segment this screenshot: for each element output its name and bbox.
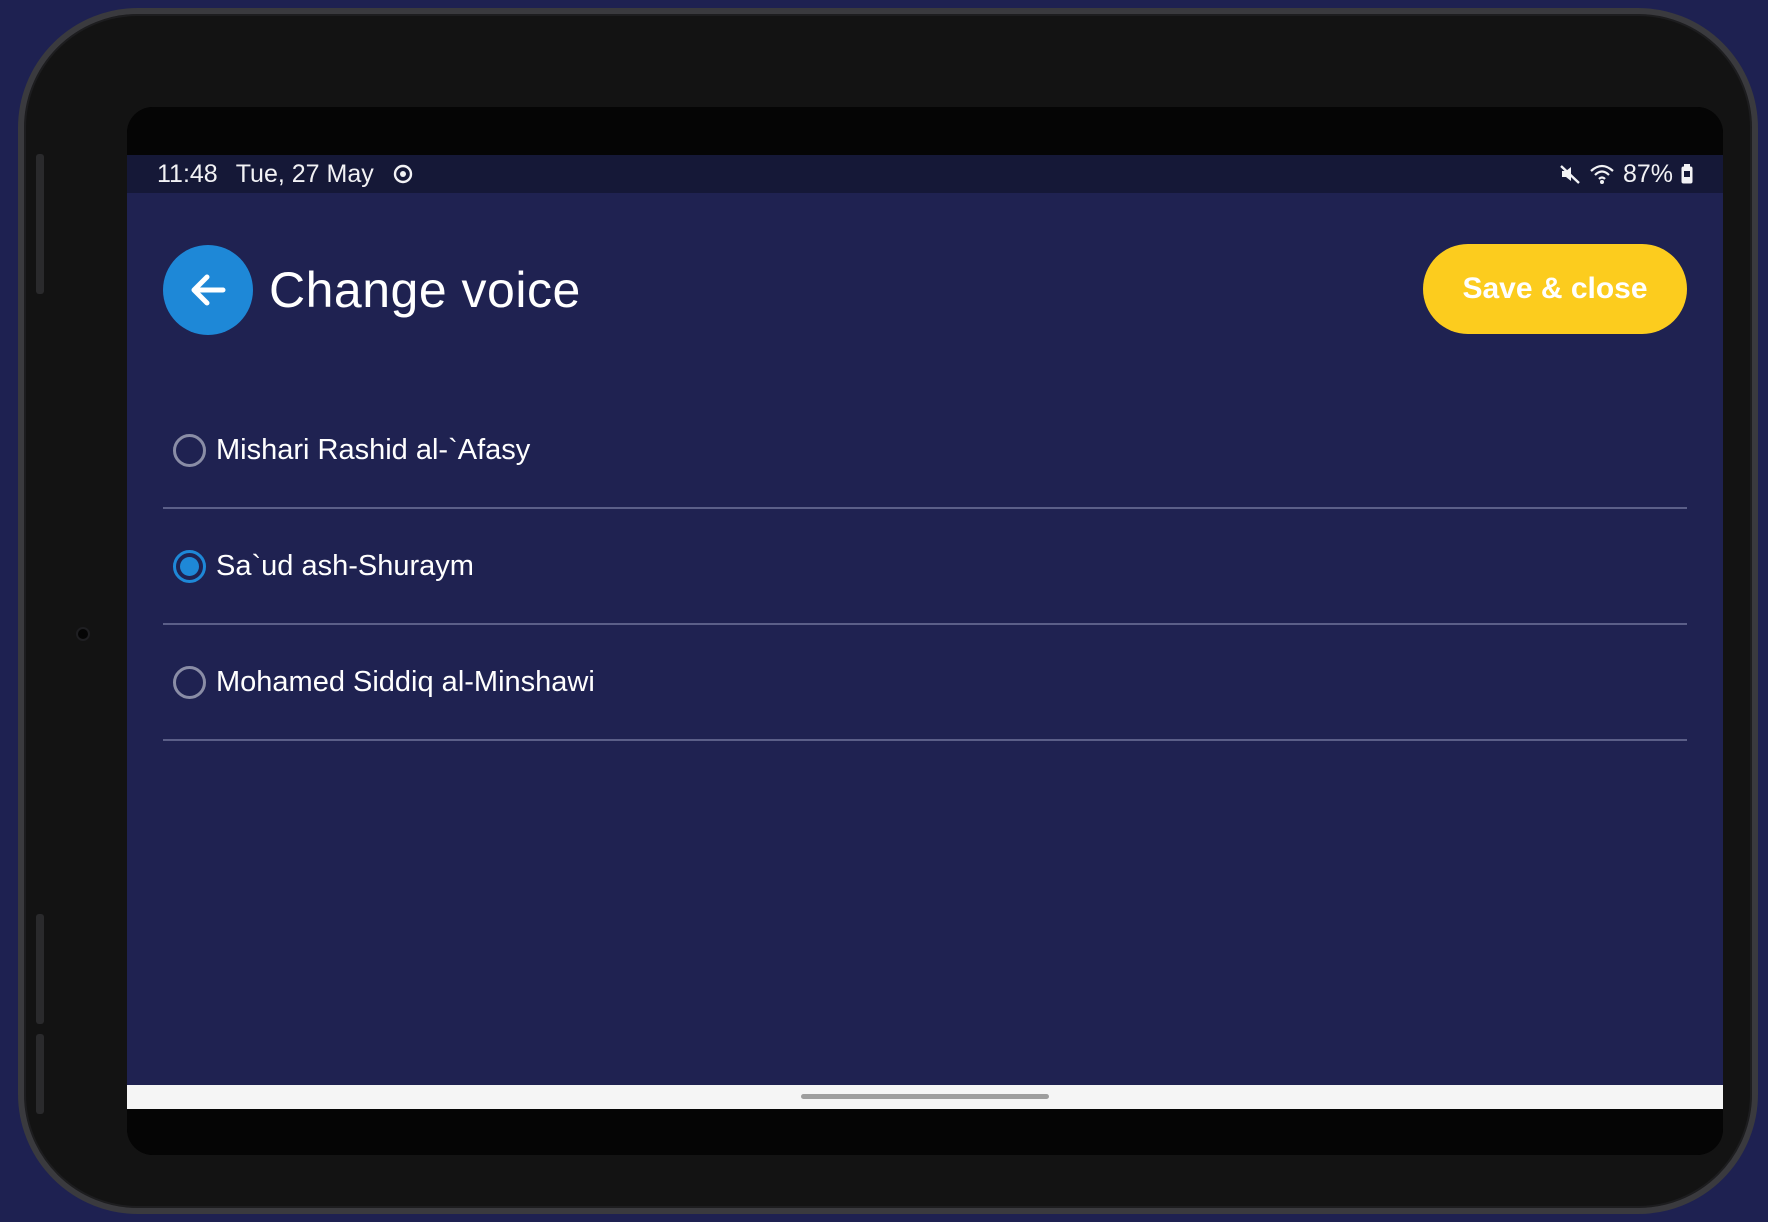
mute-icon (1559, 163, 1581, 185)
status-date: Tue, 27 May (235, 159, 374, 188)
voice-option-label: Sa`ud ash-Shuraym (216, 549, 474, 582)
battery-icon (1681, 164, 1693, 184)
status-left: 11:48 Tue, 27 May (157, 160, 414, 189)
status-time: 11:48 (157, 159, 218, 188)
home-indicator[interactable] (801, 1094, 1049, 1099)
wifi-icon (1589, 163, 1615, 185)
side-button (36, 914, 44, 1024)
radio-button-checked[interactable] (173, 549, 206, 583)
device-screen: 11:48 Tue, 27 May 87% Change voice Save … (127, 107, 1723, 1155)
camera-lens (76, 627, 90, 641)
top-bezel (127, 107, 1723, 155)
voice-option[interactable]: Mohamed Siddiq al-Minshawi (163, 625, 1687, 741)
status-bar: 11:48 Tue, 27 May 87% (127, 155, 1723, 193)
bottom-bezel (127, 1109, 1723, 1155)
voice-option-label: Mishari Rashid al-`Afasy (216, 433, 531, 466)
page-title: Change voice (269, 262, 581, 318)
radio-button[interactable] (173, 433, 206, 467)
voice-option[interactable]: Mishari Rashid al-`Afasy (163, 393, 1687, 509)
voice-list: Mishari Rashid al-`Afasy Sa`ud ash-Shura… (163, 393, 1687, 741)
back-button[interactable] (163, 245, 253, 335)
side-button (36, 1034, 44, 1114)
sync-icon (392, 163, 414, 185)
save-and-close-button[interactable]: Save & close (1423, 244, 1687, 334)
status-right: 87% (1559, 160, 1693, 189)
voice-option[interactable]: Sa`ud ash-Shuraym (163, 509, 1687, 625)
header: Change voice (163, 245, 581, 335)
change-voice-screen: Change voice Save & close Mishari Rashid… (127, 193, 1723, 1085)
radio-button[interactable] (173, 665, 206, 699)
arrow-left-icon (187, 269, 229, 311)
tablet-frame: 11:48 Tue, 27 May 87% Change voice Save … (18, 8, 1758, 1214)
navigation-bar (127, 1085, 1723, 1109)
voice-option-label: Mohamed Siddiq al-Minshawi (216, 665, 595, 698)
side-button (36, 154, 44, 294)
radio-selected-dot (180, 556, 199, 576)
battery-percent: 87% (1622, 159, 1673, 188)
